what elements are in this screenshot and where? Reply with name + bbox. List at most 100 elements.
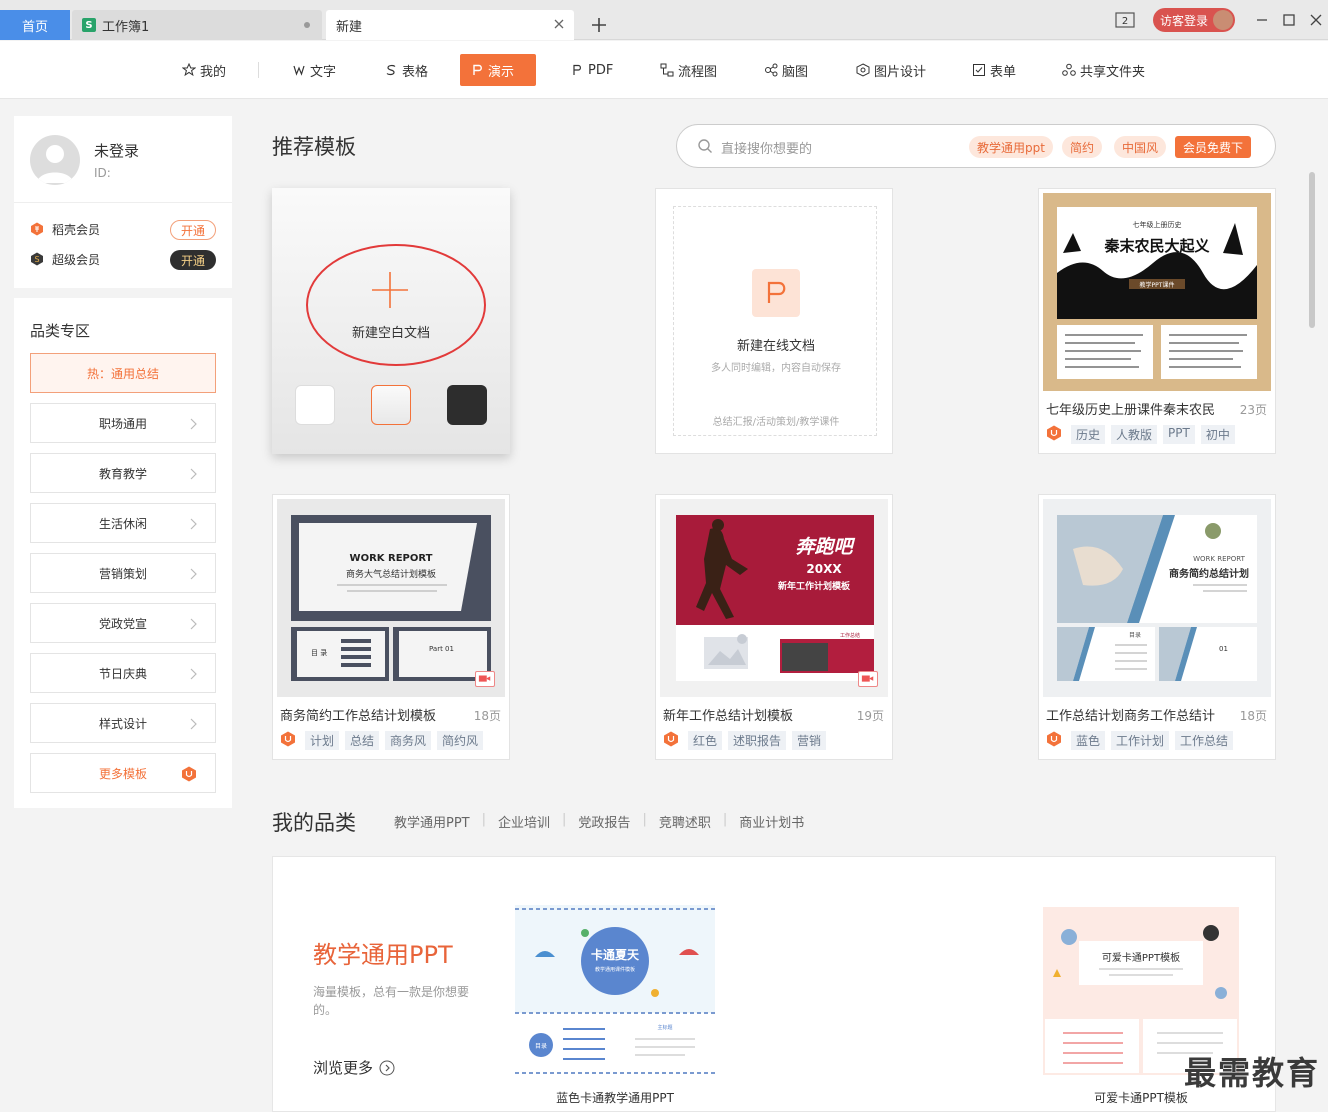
toolbar-form[interactable]: 表单: [962, 54, 1026, 86]
chevron-right-icon: [190, 568, 197, 580]
add-tab-icon[interactable]: [590, 16, 608, 34]
category-item[interactable]: 职场通用: [30, 403, 216, 443]
category-hot[interactable]: 热：通用总结: [30, 353, 216, 393]
toolbar-sheet-label: 表格: [402, 64, 429, 80]
template-tag[interactable]: 蓝色: [1071, 731, 1106, 750]
category-link[interactable]: 竞聘述职: [647, 812, 723, 831]
new-blank-card[interactable]: 新建空白文档: [272, 188, 510, 454]
vip-free-tag[interactable]: 会员免费下: [1175, 136, 1252, 158]
divider: [14, 202, 232, 203]
category-link[interactable]: 商业计划书: [727, 812, 816, 831]
toolbar-pdf[interactable]: PDF: [560, 54, 623, 86]
svg-text:教学PPT课件: 教学PPT课件: [1140, 281, 1175, 289]
search-tag[interactable]: 简约: [1062, 136, 1103, 158]
dark-theme-swatch[interactable]: [447, 385, 487, 425]
toolbar-mindmap-label: 脑图: [782, 64, 809, 80]
category-link[interactable]: 党政报告: [566, 812, 642, 831]
category-link[interactable]: 企业培训: [486, 812, 562, 831]
category-item[interactable]: 样式设计: [30, 703, 216, 743]
template-tag[interactable]: 简约风: [437, 731, 484, 750]
template-tag[interactable]: 工作总结: [1175, 731, 1234, 750]
template-tag[interactable]: PPT: [1163, 425, 1195, 444]
search-input[interactable]: 直接搜你想要的: [721, 138, 812, 157]
category-item[interactable]: 教育教学: [30, 453, 216, 493]
svg-text:可爱卡通PPT模板: 可爱卡通PPT模板: [1102, 951, 1180, 964]
template-card[interactable]: WORK REPORT 商务大气总结计划模板 目 录 Part 01 商务简约工…: [272, 494, 510, 760]
template-tag[interactable]: 述职报告: [728, 731, 787, 750]
browse-more-link[interactable]: 浏览更多: [313, 1057, 395, 1078]
svg-text:工作总结: 工作总结: [840, 632, 860, 639]
p-icon: [473, 64, 482, 75]
toolbar-image-design-label: 图片设计: [874, 64, 927, 80]
template-tag[interactable]: 历史: [1071, 425, 1106, 444]
search-tag[interactable]: 教学通用ppt: [969, 136, 1053, 158]
online-footer: 总结汇报/活动策划/教学课件: [712, 417, 840, 428]
template-tag[interactable]: 营销: [792, 731, 827, 750]
template-name: 新年工作总结计划模板: [663, 709, 794, 724]
template-card[interactable]: 奔跑吧 20XX 新年工作计划模板 工作总结 新年工作总结计划模板 19页 红色…: [655, 494, 893, 760]
toolbar-sheet[interactable]: 表格: [374, 54, 438, 86]
star-icon: [182, 63, 196, 77]
template-tag[interactable]: 人教版: [1111, 425, 1158, 444]
svg-text:秦末农民大起义: 秦末农民大起义: [1103, 237, 1209, 255]
avatar[interactable]: [30, 135, 80, 185]
category-item-label: 职场通用: [98, 416, 147, 431]
template-tag[interactable]: 工作计划: [1111, 731, 1170, 750]
daoke-member-icon: [31, 222, 43, 236]
toolbar-present[interactable]: 演示: [460, 54, 536, 86]
browse-more-label: 浏览更多: [313, 1059, 374, 1077]
scrollbar[interactable]: [1309, 172, 1315, 328]
template-card[interactable]: 七年级上册历史 秦末农民大起义 教学PPT课件 七年级历史上册课件秦末农民...…: [1038, 188, 1276, 454]
template-tag[interactable]: 红色: [688, 731, 723, 750]
super-activate-button[interactable]: 开通: [170, 250, 216, 270]
tab-new[interactable]: 新建: [326, 10, 574, 40]
user-id: ID:: [94, 166, 111, 180]
chevron-right-icon: [190, 668, 197, 680]
white-theme-swatch[interactable]: [295, 385, 335, 425]
template-pages: 18页: [473, 709, 501, 723]
new-online-card[interactable]: 新建在线文档 多人同时编辑，内容自动保存 总结汇报/活动策划/教学课件: [655, 188, 893, 454]
toolbar-flowchart[interactable]: 流程图: [650, 54, 727, 86]
daoke-activate-button[interactable]: 开通: [170, 220, 216, 240]
gray-theme-swatch[interactable]: [371, 385, 411, 425]
template-tag[interactable]: 总结: [345, 731, 380, 750]
window-count-icon[interactable]: 2: [1115, 12, 1135, 28]
category-item[interactable]: 生活休闲: [30, 503, 216, 543]
toolbar-text[interactable]: 文字: [282, 54, 346, 86]
flowchart-icon: [660, 63, 674, 77]
toolbar-flowchart-label: 流程图: [678, 64, 718, 80]
template-pages: 23页: [1239, 403, 1267, 417]
toolbar-mindmap[interactable]: 脑图: [754, 54, 818, 86]
toolbar-present-label: 演示: [488, 64, 515, 80]
tab-workbook[interactable]: S 工作簿1: [72, 10, 322, 40]
chevron-right-icon: [190, 418, 197, 430]
template-tag[interactable]: 初中: [1200, 425, 1235, 444]
minimize-icon[interactable]: [1254, 12, 1270, 28]
category-panel: 品类专区 热：通用总结 职场通用 教育教学 生活休闲 营销策划 党政党宣 节日庆…: [14, 298, 232, 808]
template-thumbnail[interactable]: 卡通夏天 教学通用课件模板 目录 主标题: [515, 905, 715, 1077]
svg-text:卡通夏天: 卡通夏天: [591, 947, 640, 962]
thumbnail-caption: 蓝色卡通教学通用PPT: [556, 1091, 674, 1105]
template-card[interactable]: WORK REPORT 商务简约总结计划 目录 01 工作总结计划商务工作总结计…: [1038, 494, 1276, 760]
tab-home[interactable]: 首页: [0, 10, 70, 40]
category-more[interactable]: 更多模板: [30, 753, 216, 793]
toolbar-mine[interactable]: 我的: [172, 54, 236, 86]
close-tab-icon[interactable]: [552, 17, 566, 31]
search-bar[interactable]: 直接搜你想要的 教学通用ppt 简约 中国风 会员免费下: [676, 124, 1276, 168]
toolbar-shared-folder[interactable]: 共享文件夹: [1052, 54, 1155, 86]
category-link[interactable]: 教学通用PPT: [394, 812, 482, 831]
user-name[interactable]: 未登录: [94, 140, 139, 161]
svg-text:目 录: 目 录: [311, 649, 327, 657]
category-item[interactable]: 营销策划: [30, 553, 216, 593]
guest-login-button[interactable]: 访客登录: [1153, 8, 1235, 32]
svg-text:目录: 目录: [535, 1042, 547, 1050]
category-item[interactable]: 节日庆典: [30, 653, 216, 693]
close-window-icon[interactable]: [1308, 12, 1324, 28]
template-tag[interactable]: 计划: [305, 731, 340, 750]
s-icon: [386, 64, 396, 76]
search-tag[interactable]: 中国风: [1114, 136, 1167, 158]
maximize-icon[interactable]: [1281, 12, 1297, 28]
toolbar-image-design[interactable]: 图片设计: [846, 54, 936, 86]
template-tag[interactable]: 商务风: [385, 731, 432, 750]
category-item[interactable]: 党政党宣: [30, 603, 216, 643]
